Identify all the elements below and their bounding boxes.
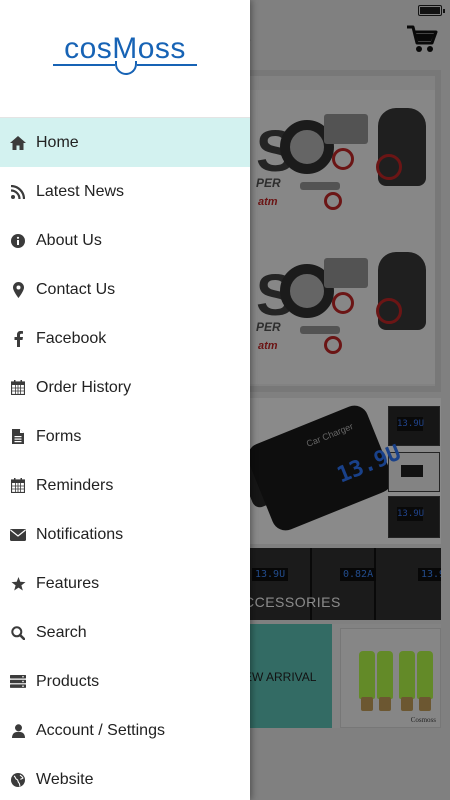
menu-item-label: Features — [36, 574, 100, 592]
rss-icon — [0, 184, 36, 199]
logo-underline — [137, 64, 197, 66]
menu-item-about-us[interactable]: About Us — [0, 216, 250, 265]
menu-item-reminders[interactable]: Reminders — [0, 461, 250, 510]
menu-item-label: About Us — [36, 231, 102, 249]
map-pin-icon — [0, 281, 36, 298]
document-icon — [0, 429, 36, 444]
menu-item-account-settings[interactable]: Account / Settings — [0, 706, 250, 755]
menu-item-label: Contact Us — [36, 280, 116, 298]
menu-item-label: Forms — [36, 427, 82, 445]
menu-item-label: Order History — [36, 378, 132, 396]
menu-item-order-history[interactable]: Order History — [0, 363, 250, 412]
calendar-icon — [0, 478, 36, 493]
globe-icon — [0, 772, 36, 787]
menu-item-label: Facebook — [36, 329, 107, 347]
info-icon — [0, 233, 36, 248]
menu-item-label: Website — [36, 770, 94, 788]
user-icon — [0, 723, 36, 738]
logo-arc — [115, 61, 137, 75]
star-icon — [0, 576, 36, 591]
menu-item-label: Reminders — [36, 476, 114, 494]
calendar-icon — [0, 380, 36, 395]
menu-item-label: Home — [36, 133, 79, 151]
menu-item-label: Search — [36, 623, 87, 641]
menu-item-label: Latest News — [36, 182, 125, 200]
search-icon — [0, 625, 36, 640]
menu-item-label: Products — [36, 672, 100, 690]
menu-item-label: Notifications — [36, 525, 124, 543]
menu-item-forms[interactable]: Forms — [0, 412, 250, 461]
facebook-icon — [0, 330, 36, 347]
menu-item-latest-news[interactable]: Latest News — [0, 167, 250, 216]
menu-item-label: Account / Settings — [36, 721, 165, 739]
menu-item-products[interactable]: Products — [0, 657, 250, 706]
menu-item-notifications[interactable]: Notifications — [0, 510, 250, 559]
server-icon — [0, 675, 36, 688]
menu-item-search[interactable]: Search — [0, 608, 250, 657]
menu-item-website[interactable]: Website — [0, 755, 250, 800]
home-icon — [0, 135, 36, 150]
brand-logo: cosMoss — [0, 0, 250, 118]
menu-item-contact-us[interactable]: Contact Us — [0, 265, 250, 314]
menu-item-facebook[interactable]: Facebook — [0, 314, 250, 363]
envelope-icon — [0, 528, 36, 541]
drawer-menu: Home Latest News About Us Contact Us Fac — [0, 118, 250, 800]
logo-underline — [53, 64, 115, 66]
menu-item-home[interactable]: Home — [0, 118, 250, 167]
menu-item-features[interactable]: Features — [0, 559, 250, 608]
navigation-drawer: cosMoss Home Latest News About Us Contac… — [0, 0, 250, 800]
